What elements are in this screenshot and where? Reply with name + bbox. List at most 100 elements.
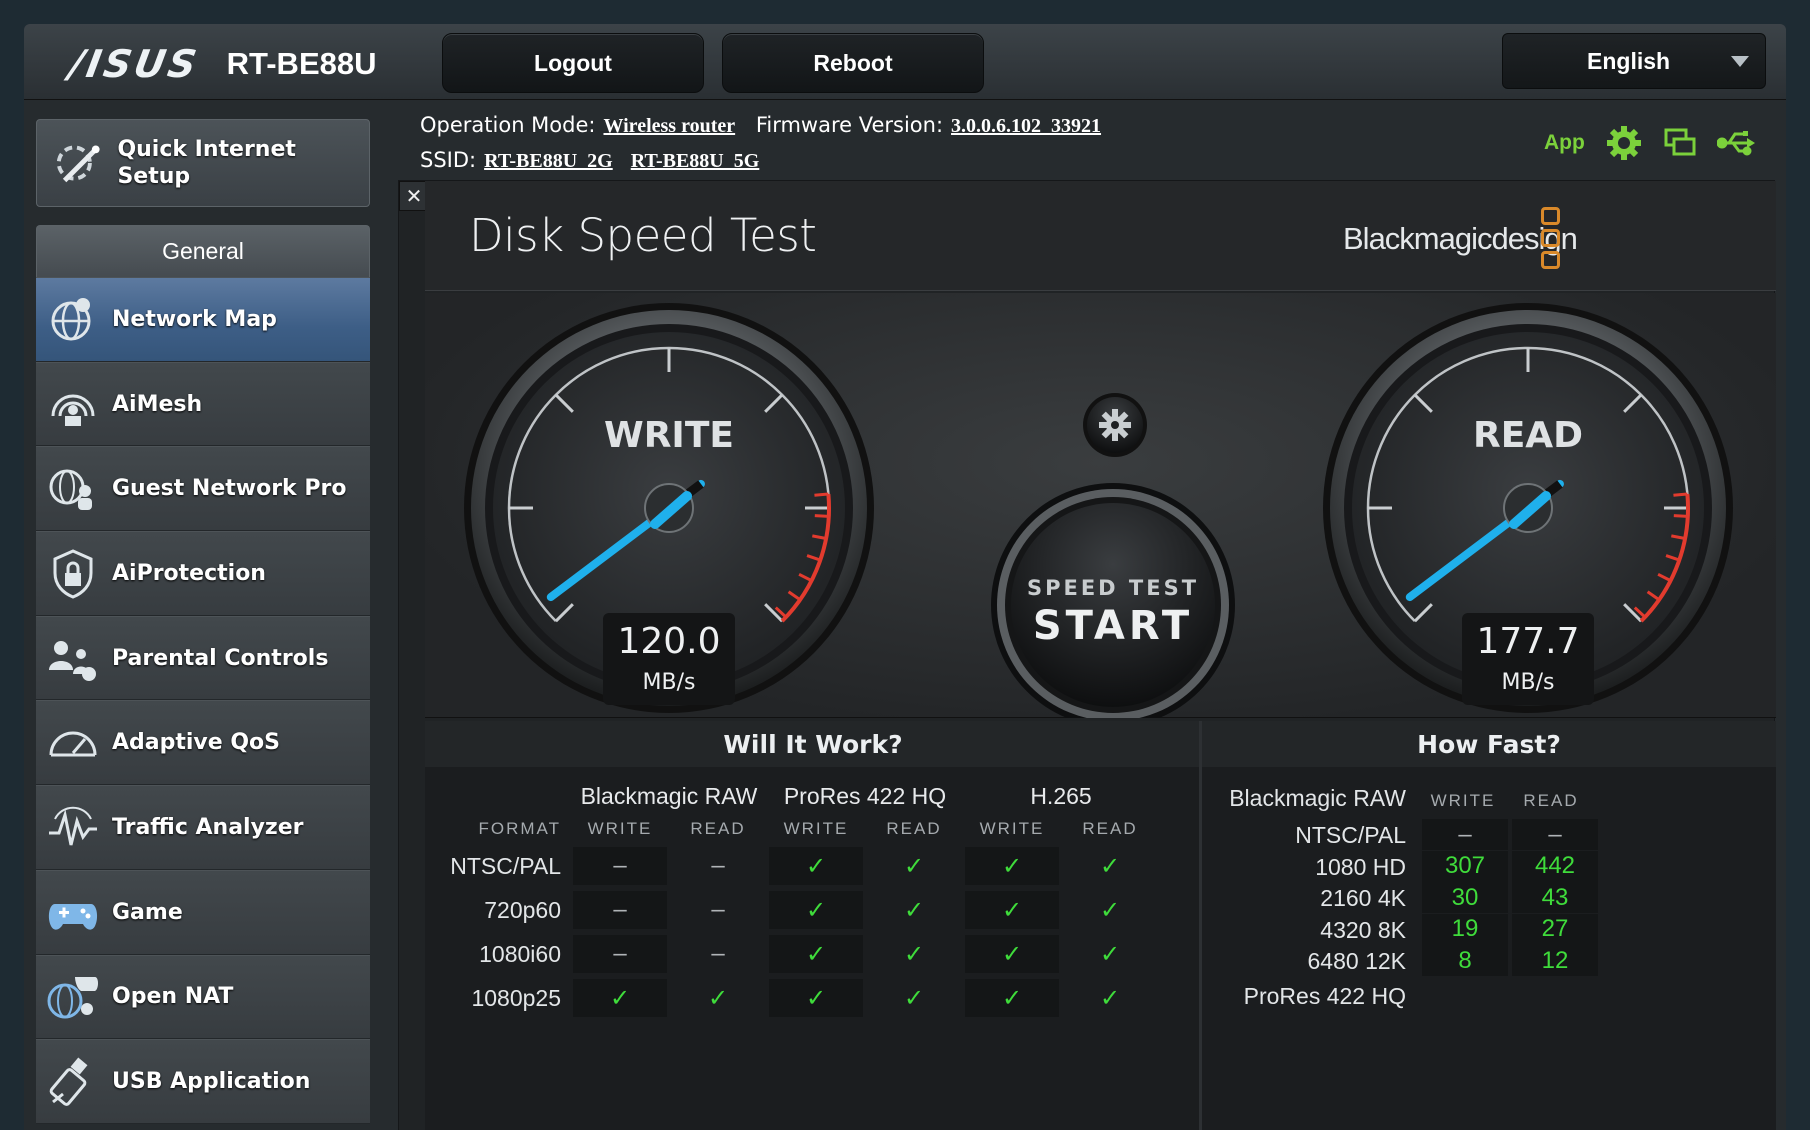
operation-mode-link[interactable]: Wireless router xyxy=(603,115,735,137)
sidebar-item-label: USB Application xyxy=(112,1069,311,1095)
sidebar-item-label: Game xyxy=(112,899,183,925)
write-label: WRITE xyxy=(604,415,734,456)
format-column-header: FORMAT xyxy=(478,819,561,838)
sidebar-item-label: Adaptive QoS xyxy=(112,730,281,756)
check-icon: ✓ xyxy=(1099,984,1121,1012)
gear-icon xyxy=(1099,409,1131,441)
sidebar-item-label: Guest Network Pro xyxy=(112,476,347,502)
how-fast-title: How Fast? xyxy=(1202,721,1776,767)
read-speed-value: – xyxy=(1512,819,1598,850)
sidebar-item-label: Parental Controls xyxy=(112,645,329,671)
gear-icon[interactable] xyxy=(1605,124,1643,162)
router-admin-window: /ISUS RT-BE88U Logout Reboot English Qui… xyxy=(24,24,1786,1130)
sidebar-item-parental-controls[interactable]: Parental Controls xyxy=(36,615,370,701)
read-label: READ xyxy=(1473,415,1583,456)
write-speed-value: 8 xyxy=(1422,945,1508,976)
quick-setup-label: Quick Internet Setup xyxy=(117,137,296,189)
format-row-label: NTSC/PAL xyxy=(450,853,561,879)
sub-column-header: WRITE xyxy=(979,819,1045,838)
sidebar-item-open-nat[interactable]: Open NAT xyxy=(36,954,370,1040)
usb-icon[interactable] xyxy=(1716,128,1757,158)
dash-icon: – xyxy=(711,852,725,879)
format-group-header: ProRes 422 HQ xyxy=(783,783,947,809)
quick-internet-setup-button[interactable]: Quick Internet Setup xyxy=(36,119,370,207)
resolution-row-label: 1080 HD xyxy=(1315,853,1406,880)
write-speed-value: – xyxy=(1422,819,1508,850)
read-speed-value: 43 xyxy=(1512,882,1598,913)
check-icon: ✓ xyxy=(769,891,863,929)
sub-column-header: WRITE xyxy=(587,819,653,838)
check-icon: ✓ xyxy=(965,891,1059,929)
windows-icon[interactable] xyxy=(1663,126,1697,160)
sidebar-item-network-map[interactable]: Network Map xyxy=(36,277,370,362)
check-icon: ✓ xyxy=(903,896,925,924)
read-column-header: READ xyxy=(1523,791,1579,810)
write-speed-value: 30 xyxy=(1422,882,1508,913)
resolution-row-label: 4320 8K xyxy=(1320,916,1406,943)
disk-speed-test-panel: ✕ Disk Speed Test Blackmagicdesign WRITE… xyxy=(398,180,1776,1130)
status-info: Operation Mode: Wireless router Firmware … xyxy=(420,108,1101,178)
resolution-row-label: 2160 4K xyxy=(1320,885,1406,911)
check-icon: ✓ xyxy=(903,940,925,968)
aimesh-icon xyxy=(44,375,102,433)
app-link[interactable]: App xyxy=(1544,131,1585,155)
sub-column-header: READ xyxy=(690,819,746,838)
resolution-row-label: 6480 12K xyxy=(1307,948,1406,974)
brand-logo: /ISUS RT-BE88U xyxy=(66,42,377,86)
dash-icon: – xyxy=(573,935,667,973)
check-icon: ✓ xyxy=(1099,852,1121,880)
write-value: 120.0 xyxy=(617,621,720,662)
sidebar-item-aiprotection[interactable]: AiProtection xyxy=(36,531,370,616)
sidebar-item-adaptive-qos[interactable]: Adaptive QoS xyxy=(36,700,370,786)
start-button[interactable]: SPEED TEST START xyxy=(991,483,1235,718)
chevron-down-icon xyxy=(1731,56,1749,67)
check-icon: ✓ xyxy=(903,852,925,880)
sub-column-header: READ xyxy=(886,819,942,838)
format-row-label: 1080p25 xyxy=(471,985,561,1011)
ssid-5g-link[interactable]: RT-BE88U_5G xyxy=(631,150,760,172)
parental-controls-icon xyxy=(44,629,102,687)
format-group-header: H.265 xyxy=(1030,783,1092,809)
sidebar-item-traffic-analyzer[interactable]: Traffic Analyzer xyxy=(36,785,370,870)
how-fast-section: How Fast? Blackmagic RAW WRITE READ NTSC/PA… xyxy=(1199,721,1776,1130)
open-nat-icon xyxy=(44,968,102,1026)
check-icon: ✓ xyxy=(1099,940,1121,968)
top-bar: /ISUS RT-BE88U Logout Reboot English xyxy=(24,24,1786,100)
start-label: START xyxy=(1033,603,1193,649)
sidebar-item-aimesh[interactable]: AiMesh xyxy=(36,361,370,447)
write-gauge: WRITE 120.0 MB/s xyxy=(464,303,874,713)
sidebar-item-game[interactable]: Game xyxy=(36,869,370,955)
read-value: 177.7 xyxy=(1476,621,1579,662)
sidebar: Quick Internet Setup General Network Map… xyxy=(36,119,370,1124)
router-model: RT-BE88U xyxy=(226,46,377,81)
dash-icon: – xyxy=(711,896,725,923)
sidebar-item-usb-application[interactable]: USB Application xyxy=(36,1039,370,1124)
guest-network-icon xyxy=(44,460,102,518)
format-row-label: 1080i60 xyxy=(479,941,561,967)
will-it-work-title: Will It Work? xyxy=(425,721,1201,767)
read-speed-value: 442 xyxy=(1512,850,1598,882)
dash-icon: – xyxy=(711,940,725,967)
settings-button[interactable] xyxy=(1083,393,1147,457)
speed-group-header: Blackmagic RAW xyxy=(1229,785,1406,811)
speedometer-icon xyxy=(44,714,102,772)
firmware-link[interactable]: 3.0.0.6.102_33921 xyxy=(951,115,1101,137)
language-select[interactable]: English xyxy=(1502,33,1766,89)
format-group-header: Blackmagic RAW xyxy=(580,783,758,809)
logout-button[interactable]: Logout xyxy=(442,33,704,93)
sidebar-item-label: Network Map xyxy=(112,306,277,332)
check-icon: ✓ xyxy=(769,847,863,885)
gamepad-icon xyxy=(44,883,102,941)
check-icon: ✓ xyxy=(769,935,863,973)
blackmagic-logo-icon xyxy=(1541,207,1560,269)
sidebar-item-guest-network-pro[interactable]: Guest Network Pro xyxy=(36,446,370,532)
sub-column-header: WRITE xyxy=(783,819,849,838)
gauge-area: WRITE 120.0 MB/s SPEED TEST START READ 1… xyxy=(425,293,1776,718)
reboot-button[interactable]: Reboot xyxy=(722,33,984,93)
dash-icon: – xyxy=(573,847,667,885)
ssid-2g-link[interactable]: RT-BE88U_2G xyxy=(484,150,613,172)
sidebar-item-label: AiProtection xyxy=(112,560,266,586)
check-icon: ✓ xyxy=(1099,896,1121,924)
format-row-label: 720p60 xyxy=(484,897,561,923)
general-header: General xyxy=(36,225,370,277)
